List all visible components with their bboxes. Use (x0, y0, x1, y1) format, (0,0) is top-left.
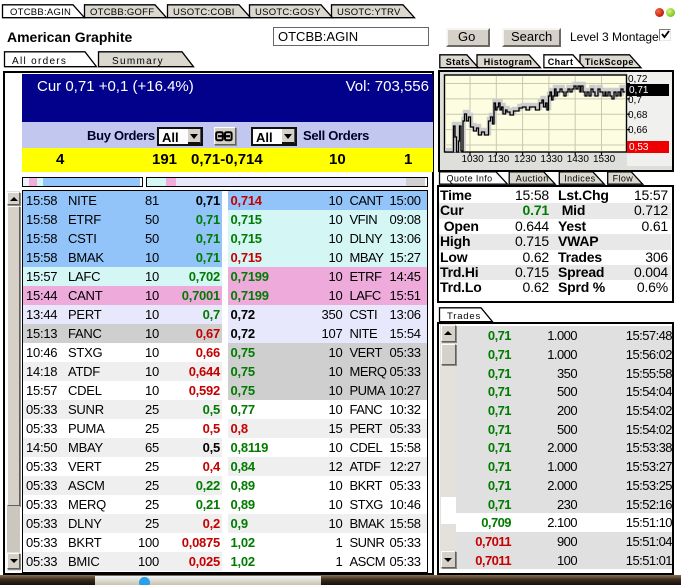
svg-text:Summary: Summary (112, 56, 164, 67)
svg-text:Stats: Stats (446, 57, 470, 67)
svg-text:Trades: Trades (447, 311, 481, 322)
svg-text:USOTC:YTRV: USOTC:YTRV (337, 7, 401, 18)
svg-text:Chart: Chart (548, 57, 574, 67)
svg-text:USOTC:COBI: USOTC:COBI (173, 7, 235, 18)
svg-text:Auction: Auction (516, 174, 549, 184)
svg-text:Flow: Flow (613, 174, 634, 184)
svg-text:Quote Info: Quote Info (447, 174, 493, 184)
svg-text:OTCBB:AGIN: OTCBB:AGIN (10, 7, 71, 18)
svg-text:Indices: Indices (564, 174, 595, 184)
svg-text:TickScope: TickScope (585, 57, 634, 67)
svg-text:All orders: All orders (12, 56, 67, 67)
svg-text:OTCBB:GOFF: OTCBB:GOFF (90, 7, 154, 18)
svg-text:Histogram: Histogram (484, 57, 533, 67)
svg-text:USOTC:GOSY: USOTC:GOSY (255, 7, 321, 18)
